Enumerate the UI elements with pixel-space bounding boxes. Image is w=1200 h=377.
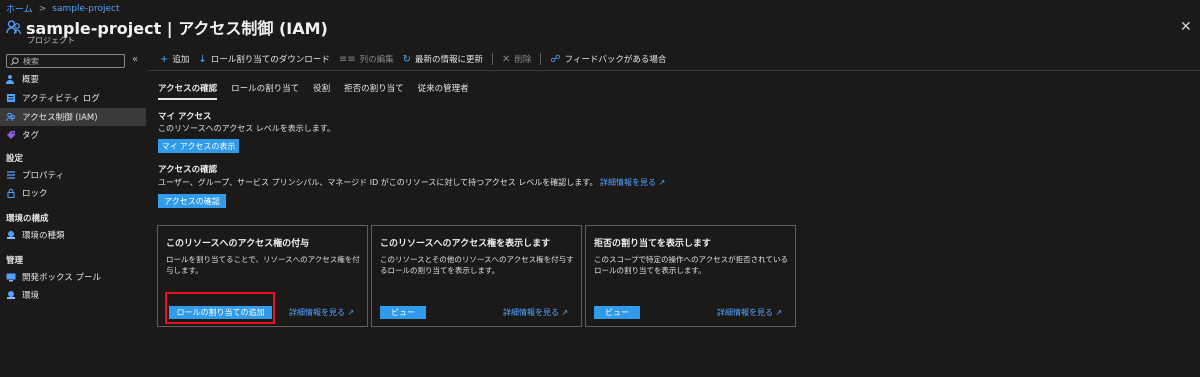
- edit-columns-label: 列の編集: [359, 55, 394, 65]
- external-link-icon: ↗: [775, 308, 783, 317]
- sidebar-item-label: アクティビティ ログ: [22, 94, 100, 104]
- environment-icon: [6, 290, 16, 300]
- learn-more-link[interactable]: 詳細情報を見る ↗: [503, 307, 568, 318]
- breadcrumb-project[interactable]: sample-project: [52, 4, 119, 14]
- users-icon: [6, 20, 22, 35]
- sidebar-item-label: 開発ボックス プール: [22, 273, 101, 283]
- tag-icon: [6, 130, 16, 140]
- users-icon: [6, 74, 16, 84]
- properties-icon: [6, 170, 16, 180]
- card-title: このリソースへのアクセス権の付与: [166, 239, 310, 249]
- activity-log-icon: [6, 93, 16, 103]
- refresh-button-label: 最新の情報に更新: [414, 55, 483, 65]
- delete-button[interactable]: ✕ 削除: [502, 53, 532, 66]
- sidebar-item-overview[interactable]: 概要: [0, 70, 146, 88]
- sidebar-item-label: アクセス制御 (IAM): [22, 113, 98, 123]
- sidebar-section-settings: 設定: [6, 154, 24, 164]
- plus-icon: +: [160, 53, 169, 65]
- breadcrumb-separator: >: [38, 3, 47, 14]
- refresh-icon: ↻: [402, 53, 411, 65]
- card-grant-access: このリソースへのアクセス権の付与 ロールを割り当てることで、リソースへのアクセス…: [157, 225, 368, 327]
- sidebar-item-dev-box-pools[interactable]: 開発ボックス プール: [0, 268, 146, 286]
- download-button-label: ロール割り当てのダウンロード: [210, 55, 330, 65]
- sidebar-item-locks[interactable]: ロック: [0, 184, 146, 202]
- view-button[interactable]: ビュー: [380, 306, 426, 319]
- card-title: 拒否の割り当てを表示します: [594, 239, 711, 249]
- edit-columns-button[interactable]: ≡≡ 列の編集: [338, 53, 394, 66]
- add-role-assignment-button[interactable]: ロールの割り当ての追加: [169, 306, 272, 319]
- card-description: このリソースとその他のリソースへのアクセス権を付与するロールの割り当てを表示しま…: [380, 255, 574, 275]
- tab-classic-administrators[interactable]: 従来の管理者: [418, 82, 469, 100]
- delete-button-label: 削除: [514, 55, 532, 65]
- toolbar-divider: [540, 53, 542, 65]
- users-icon: [6, 112, 16, 122]
- feedback-button-label: フィードバックがある場合: [564, 55, 667, 65]
- tab-deny-assignments[interactable]: 拒否の割り当て: [344, 82, 404, 100]
- download-icon: ↓: [198, 53, 207, 65]
- check-access-learn-more-link[interactable]: 詳細情報を見る ↗: [600, 178, 665, 187]
- lock-icon: [6, 188, 16, 198]
- sidebar-item-label: 環境の種類: [22, 231, 65, 241]
- breadcrumb-home[interactable]: ホーム: [6, 2, 33, 15]
- sidebar-item-label: ロック: [22, 189, 48, 199]
- check-access-heading: アクセスの確認: [158, 165, 218, 175]
- close-icon[interactable]: ✕: [1180, 19, 1192, 35]
- card-view-deny-assignments: 拒否の割り当てを表示します このスコープで特定の操作へのアクセスが拒否されている…: [585, 225, 796, 327]
- tab-check-access[interactable]: アクセスの確認: [158, 82, 218, 100]
- environment-type-icon: [6, 230, 16, 240]
- learn-more-link[interactable]: 詳細情報を見る ↗: [717, 307, 782, 318]
- check-access-button[interactable]: アクセスの確認: [158, 194, 226, 208]
- external-link-icon: ↗: [347, 308, 355, 317]
- my-access-heading: マイ アクセス: [158, 112, 212, 122]
- card-title: このリソースへのアクセス権を表示します: [380, 239, 551, 249]
- feedback-icon: ☍: [550, 53, 561, 65]
- sidebar-item-environments[interactable]: 環境: [0, 286, 146, 304]
- check-access-description: ユーザー、グループ、サービス プリンシパル、マネージド ID がこのリソースに対…: [158, 177, 665, 188]
- view-button[interactable]: ビュー: [594, 306, 640, 319]
- learn-more-link[interactable]: 詳細情報を見る ↗: [289, 307, 354, 318]
- tab-roles[interactable]: 役割: [313, 82, 330, 100]
- card-description: このスコープで特定の操作へのアクセスが拒否されているロールの割り当てを表示します…: [594, 255, 788, 275]
- download-role-assignments-button[interactable]: ↓ ロール割り当てのダウンロード: [198, 53, 330, 66]
- card-view-access: このリソースへのアクセス権を表示します このリソースとその他のリソースへのアクセ…: [371, 225, 582, 327]
- check-access-description-text: ユーザー、グループ、サービス プリンシパル、マネージド ID がこのリソースに対…: [158, 178, 598, 187]
- external-link-icon: ↗: [561, 308, 569, 317]
- toolbar-separator: [148, 70, 1200, 71]
- add-button-label: 追加: [172, 55, 190, 65]
- tab-role-assignments[interactable]: ロールの割り当て: [231, 82, 299, 100]
- sidebar-item-environment-types[interactable]: 環境の種類: [0, 226, 146, 244]
- sidebar-section-environment-config: 環境の構成: [6, 214, 49, 224]
- collapse-sidebar-icon[interactable]: «: [132, 54, 138, 65]
- dev-box-pool-icon: [6, 272, 16, 282]
- breadcrumb: ホーム > sample-project: [6, 2, 120, 16]
- more-options-icon[interactable]: …: [250, 18, 262, 32]
- sidebar-item-label: タグ: [22, 131, 40, 141]
- sidebar-item-activity-log[interactable]: アクティビティ ログ: [0, 89, 146, 107]
- sidebar-item-properties[interactable]: プロパティ: [0, 166, 146, 184]
- command-bar: + 追加 ↓ ロール割り当てのダウンロード ≡≡ 列の編集 ↻ 最新の情報に更新 ✕ 削除…: [160, 53, 666, 65]
- card-description: ロールを割り当てることで、リソースへのアクセス権を付与します。: [166, 255, 360, 275]
- toolbar-divider: [492, 53, 493, 65]
- columns-icon: ≡≡: [338, 53, 356, 65]
- sidebar-section-manage: 管理: [6, 256, 24, 266]
- sidebar-item-label: 概要: [22, 75, 40, 85]
- external-link-icon: ↗: [658, 178, 666, 187]
- close-icon: ✕: [502, 53, 511, 65]
- add-button[interactable]: + 追加: [160, 53, 190, 66]
- search-icon: [10, 56, 19, 65]
- search-box[interactable]: [6, 54, 125, 68]
- sidebar-item-label: 環境: [22, 291, 40, 301]
- tab-list: アクセスの確認 ロールの割り当て 役割 拒否の割り当て 従来の管理者: [158, 82, 469, 100]
- sidebar-item-label: プロパティ: [22, 171, 64, 181]
- feedback-button[interactable]: ☍ フィードバックがある場合: [550, 53, 667, 66]
- page-subtitle: プロジェクト: [27, 36, 75, 45]
- view-my-access-button[interactable]: マイ アクセスの表示: [158, 139, 239, 153]
- sidebar-item-iam[interactable]: アクセス制御 (IAM): [0, 108, 146, 126]
- refresh-button[interactable]: ↻ 最新の情報に更新: [402, 53, 483, 66]
- search-input[interactable]: [23, 56, 118, 66]
- sidebar-item-tags[interactable]: タグ: [0, 126, 146, 144]
- my-access-description: このリソースへのアクセス レベルを表示します。: [158, 124, 335, 133]
